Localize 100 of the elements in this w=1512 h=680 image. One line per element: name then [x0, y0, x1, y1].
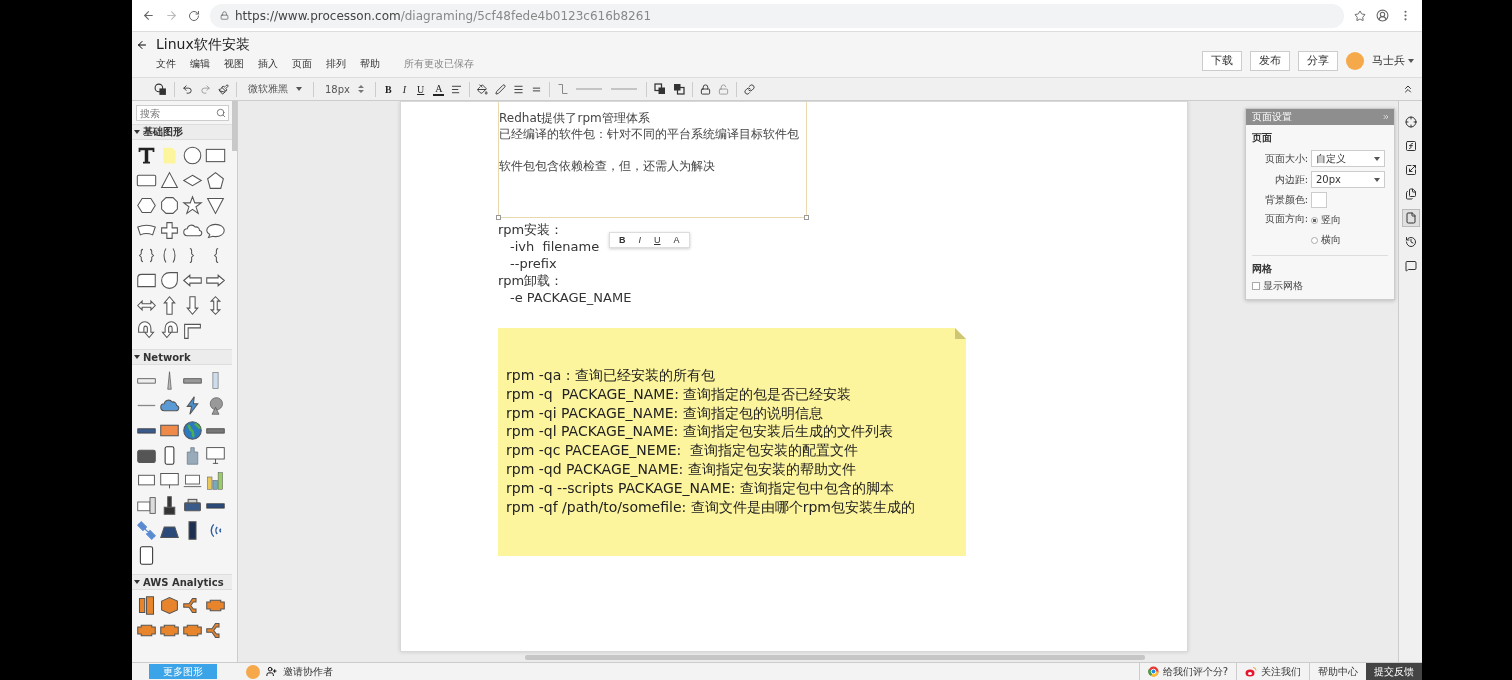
monitor-icon[interactable]: [205, 445, 226, 466]
shape-category-header[interactable]: Network: [132, 349, 232, 365]
align-icon[interactable]: [451, 83, 463, 95]
text-style-button[interactable]: B: [619, 235, 626, 245]
collapse-icon[interactable]: [1402, 83, 1414, 95]
add-user-icon[interactable]: [266, 666, 277, 677]
star-icon[interactable]: [182, 195, 203, 216]
browser-logo-icon: [1147, 666, 1159, 677]
note-text-line: rpm -qd PACKAGE_NAME: 查询指定包安装的帮助文件: [506, 460, 857, 479]
footer-link[interactable]: 关注我们: [1236, 662, 1309, 680]
footer-link[interactable]: 给我们评个分?: [1138, 662, 1236, 680]
text-line: 已经编译的软件包：针对不同的平台系统编译目标软件包: [499, 126, 800, 142]
text-style-button[interactable]: I: [400, 83, 408, 95]
text-style-button[interactable]: A: [673, 235, 680, 245]
bookmark-star-icon[interactable]: [1354, 9, 1366, 22]
feedback-link[interactable]: 提交反馈: [1366, 662, 1422, 680]
undo-icon[interactable]: [182, 83, 193, 95]
line-color-icon[interactable]: [495, 83, 507, 95]
send-back-icon[interactable]: [673, 83, 686, 95]
circle-icon[interactable]: [182, 145, 203, 166]
color-swatch[interactable]: [1311, 192, 1327, 208]
history-icon: [1404, 236, 1417, 248]
u-turn-arrow-icon[interactable]: [136, 320, 157, 341]
stepper-arrows-icon[interactable]: [358, 84, 364, 94]
text-style-button[interactable]: U: [415, 83, 427, 95]
panel-title: 页面设置: [1252, 110, 1292, 124]
header-action-button[interactable]: 发布: [1250, 50, 1290, 71]
u-turn-arrow-icon[interactable]: [159, 320, 180, 341]
shape-category-header[interactable]: 基础图形: [132, 124, 232, 140]
page-tool-button[interactable]: [1401, 209, 1420, 227]
reload-icon[interactable]: [188, 9, 200, 22]
text-style-button[interactable]: A: [433, 82, 445, 96]
menu-item[interactable]: 插入: [258, 57, 278, 71]
formula-icon: [1404, 140, 1417, 152]
inverted-triangle-icon[interactable]: [205, 195, 226, 216]
line-start-icon[interactable]: [576, 85, 605, 93]
pentagon-icon[interactable]: [205, 170, 226, 191]
text-style-button[interactable]: I: [638, 235, 641, 245]
orientation-radio[interactable]: 横向: [1311, 233, 1341, 247]
shape-category-header[interactable]: AWS Analytics: [132, 574, 232, 590]
triangle-icon[interactable]: [159, 170, 180, 191]
menu-item[interactable]: 帮助: [360, 57, 380, 71]
section-title: 网格: [1251, 262, 1273, 276]
user-menu[interactable]: 马士兵: [1372, 53, 1414, 68]
menu-item[interactable]: 文件: [156, 57, 176, 71]
note-text-line: rpm -q PACKAGE_NAME: 查询指定的包是否已经安装: [506, 384, 853, 404]
menu-item[interactable]: 视图: [224, 57, 244, 71]
text-line: 软件包包含依赖检查，但，还需人为解决: [499, 158, 716, 174]
font-size-select[interactable]: 18px: [321, 83, 368, 95]
menu-item[interactable]: 编辑: [190, 57, 210, 71]
text-line: Redhat提供了rpm管理体系: [499, 110, 651, 126]
analytics-service-icon[interactable]: [136, 595, 157, 616]
line-weight-icon[interactable]: [513, 83, 525, 95]
shape-style-icon[interactable]: [154, 82, 167, 96]
format-painter-icon[interactable]: [218, 83, 229, 95]
invite-link[interactable]: 邀请协作者: [283, 664, 333, 679]
address-bar[interactable]: https://www.processon.com/diagraming/5cf48fede4b0123c616b8261: [210, 3, 1344, 28]
menu-item[interactable]: 页面: [292, 57, 312, 71]
back-icon[interactable]: [142, 9, 155, 22]
text-tool-icon[interactable]: [136, 145, 157, 166]
cross-icon[interactable]: [159, 220, 180, 241]
note-text-line: rpm -ql PACKAGE_NAME: 查询指定包安装后生成的文件列表: [506, 422, 894, 442]
text-style-button[interactable]: B: [383, 83, 394, 95]
lock-icon[interactable]: [700, 83, 712, 95]
padding-select[interactable]: 20px: [1311, 171, 1385, 188]
font-select[interactable]: 微软雅黑: [244, 82, 306, 96]
user-avatar: [246, 664, 260, 679]
header-action-button[interactable]: 分享: [1298, 50, 1338, 71]
outline-text: --prefix: [509, 255, 557, 272]
octagon-icon[interactable]: [159, 195, 180, 216]
navigator-icon: [1404, 116, 1417, 128]
field-label: 页面方向:: [1263, 212, 1308, 226]
resize-handle[interactable]: [496, 215, 501, 220]
fill-color-icon[interactable]: [477, 83, 489, 95]
header-action-button[interactable]: 下载: [1202, 50, 1242, 71]
sticky-note[interactable]: [498, 328, 966, 556]
connector-style-icon[interactable]: [557, 83, 570, 95]
field-label: 页面大小:: [1263, 151, 1308, 166]
menu-item[interactable]: 排列: [326, 57, 346, 71]
back-icon[interactable]: [136, 39, 148, 51]
resize-handle[interactable]: [804, 215, 809, 220]
text-box[interactable]: Redhat提供了rpm管理体系 已经编译的软件包：针对不同的平台系统编译目标软件包 软件包包含依赖检查，但，还需人为解决: [498, 102, 807, 218]
section-title: 页面: [1251, 131, 1273, 145]
link-icon[interactable]: [744, 83, 756, 95]
search-field[interactable]: 搜索: [136, 105, 229, 121]
hexagon-icon[interactable]: [136, 195, 157, 216]
analytics-service-icon[interactable]: [159, 595, 180, 616]
document-title[interactable]: Linux软件安装: [156, 36, 250, 54]
drop-shape-icon[interactable]: [159, 270, 180, 291]
pages-icon: [1404, 188, 1417, 200]
account-icon[interactable]: [1376, 9, 1389, 22]
orientation-radio[interactable]: 竖向: [1311, 213, 1341, 227]
bring-front-icon[interactable]: [654, 83, 667, 95]
show-grid-checkbox[interactable]: 显示网格: [1252, 279, 1394, 293]
monitor-icon[interactable]: [159, 470, 180, 491]
globe-icon[interactable]: [182, 420, 203, 441]
text-style-button[interactable]: U: [654, 235, 661, 245]
page-size-select[interactable]: 自定义: [1311, 150, 1385, 167]
field-label: 背景颜色:: [1263, 193, 1308, 207]
computer-icon[interactable]: [136, 495, 157, 516]
